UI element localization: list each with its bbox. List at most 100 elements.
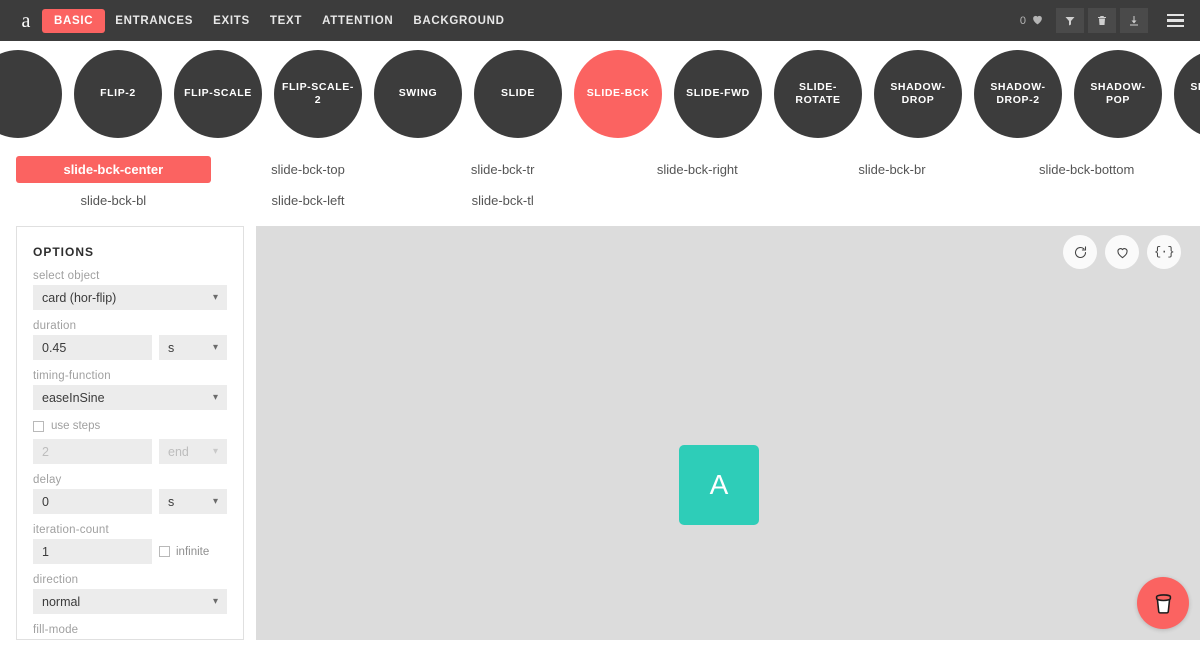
code-snippet-icon[interactable]: {·} [1147, 235, 1181, 269]
carousel-item-label: FLIP-SCALE [184, 87, 252, 100]
preview-card[interactable]: A [679, 445, 759, 525]
preview-stage: {·} A [256, 226, 1200, 640]
select-object-label: select object [33, 270, 100, 282]
delay-row: 0 s ▾ [33, 489, 227, 514]
carousel-item-label: SLIDE-BCK [586, 87, 650, 100]
select-object-dropdown[interactable]: card (hor-flip) ▾ [33, 285, 227, 310]
steps-mode-value: end [168, 444, 189, 459]
use-steps-checkbox-row[interactable]: use steps [33, 420, 227, 432]
variant-slide-bck-br[interactable]: slide-bck-br [795, 156, 990, 183]
hamburger-bar [1166, 24, 1184, 27]
favorites-counter[interactable]: 0 [1012, 13, 1052, 29]
delay-label: delay [33, 474, 62, 486]
nav-item-background[interactable]: BACKGROUND [403, 9, 514, 33]
carousel-item-shadow-drop-2[interactable]: SHADOW-DROP-2 [974, 50, 1062, 138]
nav-item-basic[interactable]: BASIC [42, 8, 106, 33]
carousel-item-swing[interactable]: SWING [374, 50, 462, 138]
carousel-item-flip-2[interactable]: FLIP-2 [74, 50, 162, 138]
preview-card-letter: A [709, 469, 729, 500]
chevron-down-icon: ▾ [212, 342, 218, 353]
carousel-item-label: FLIP-2 [100, 87, 136, 100]
header-actions: 0 [1012, 8, 1190, 33]
iteration-count-input[interactable]: 1 [33, 539, 152, 564]
carousel-item-flip-scale-2[interactable]: FLIP-SCALE-2 [274, 50, 362, 138]
carousel-item-slide-bck[interactable]: SLIDE-BCK [574, 50, 662, 138]
fill-mode-dropdown[interactable]: both ▾ [33, 639, 227, 640]
hamburger-bar [1166, 19, 1184, 22]
fill-mode-label: fill-mode [33, 624, 79, 636]
workspace: OPTIONS select object card (hor-flip) ▾ … [0, 226, 1200, 640]
carousel-item-slide[interactable]: SLIDE [474, 50, 562, 138]
variant-grid: slide-bck-center slide-bck-top slide-bck… [16, 156, 1184, 214]
iteration-count-label: iteration-count [33, 524, 109, 536]
download-icon[interactable] [1120, 8, 1148, 33]
nav-item-attention[interactable]: ATTENTION [312, 9, 403, 33]
carousel-item-shadow-pop[interactable]: SHADOW-POP [1074, 50, 1162, 138]
carousel-item-label: FLIP-SCALE-2 [282, 80, 354, 106]
carousel-item-shadow-drop[interactable]: SHADOW-DROP [874, 50, 962, 138]
iteration-count-row: 1 infinite [33, 539, 227, 564]
carousel-item-flip-scale[interactable]: FLIP-SCALE [174, 50, 262, 138]
coffee-cup-icon[interactable] [1137, 577, 1189, 629]
direction-value: normal [42, 594, 81, 609]
use-steps-label: use steps [51, 420, 101, 432]
carousel-item-label: SWING [398, 87, 438, 100]
variant-slide-bck-center[interactable]: slide-bck-center [16, 156, 211, 183]
app-header: a BASIC ENTRANCES EXITS TEXT ATTENTION B… [0, 0, 1200, 41]
carousel-item-partial[interactable] [0, 50, 62, 138]
carousel-item-shadow-inset[interactable]: SHADOW-INSET [1174, 50, 1200, 138]
chevron-down-icon: ▾ [212, 392, 218, 403]
animation-carousel[interactable]: FLIP-2 FLIP-SCALE FLIP-SCALE-2 SWING SLI… [0, 41, 1200, 156]
steps-count-value: 2 [42, 444, 49, 459]
main-nav: BASIC ENTRANCES EXITS TEXT ATTENTION BAC… [42, 8, 515, 33]
direction-dropdown[interactable]: normal ▾ [33, 589, 227, 614]
carousel-item-slide-fwd[interactable]: SLIDE-FWD [674, 50, 762, 138]
direction-label: direction [33, 574, 79, 586]
timing-function-value: easeInSine [42, 390, 105, 405]
select-object-value: card (hor-flip) [42, 290, 117, 305]
variant-slide-bck-bl[interactable]: slide-bck-bl [16, 187, 211, 214]
nav-item-text[interactable]: TEXT [260, 9, 312, 33]
delay-value: 0 [42, 494, 49, 509]
nav-item-exits[interactable]: EXITS [203, 9, 260, 33]
carousel-item-label: SHADOW-DROP [890, 80, 946, 106]
steps-count-input[interactable]: 2 [33, 439, 152, 464]
variant-slide-bck-bottom[interactable]: slide-bck-bottom [989, 156, 1184, 183]
variant-slide-bck-top[interactable]: slide-bck-top [211, 156, 406, 183]
hamburger-menu-icon[interactable] [1160, 8, 1190, 33]
carousel-item-label: SHADOW-POP [1090, 80, 1146, 106]
infinite-label: infinite [176, 545, 210, 558]
chevron-down-icon: ▾ [212, 596, 218, 607]
steps-mode-dropdown[interactable]: end ▾ [159, 439, 227, 464]
duration-value: 0.45 [42, 340, 67, 355]
delay-unit-dropdown[interactable]: s ▾ [159, 489, 227, 514]
chevron-down-icon: ▾ [212, 292, 218, 303]
duration-input[interactable]: 0.45 [33, 335, 152, 360]
favorite-heart-icon[interactable] [1105, 235, 1139, 269]
carousel-item-label: SLIDE-ROTATE [795, 80, 841, 106]
delay-input[interactable]: 0 [33, 489, 152, 514]
filter-icon[interactable] [1056, 8, 1084, 33]
timing-function-dropdown[interactable]: easeInSine ▾ [33, 385, 227, 410]
duration-row: 0.45 s ▾ [33, 335, 227, 360]
app-logo[interactable]: a [12, 11, 40, 31]
infinite-checkbox-row[interactable]: infinite [159, 539, 227, 564]
variant-slide-bck-tr[interactable]: slide-bck-tr [405, 156, 600, 183]
nav-item-entrances[interactable]: ENTRANCES [105, 9, 203, 33]
trash-icon[interactable] [1088, 8, 1116, 33]
code-glyph: {·} [1153, 245, 1175, 259]
carousel-item-label: SHADOW-INSET [1190, 80, 1200, 93]
stage-toolbar: {·} [1063, 235, 1181, 269]
carousel-item-label: SHADOW-DROP-2 [990, 80, 1046, 106]
timing-function-label: timing-function [33, 370, 111, 382]
steps-row: 2 end ▾ [33, 439, 227, 464]
variant-slide-bck-left[interactable]: slide-bck-left [211, 187, 406, 214]
variant-slide-bck-tl[interactable]: slide-bck-tl [405, 187, 600, 214]
infinite-checkbox[interactable] [159, 546, 170, 557]
replay-icon[interactable] [1063, 235, 1097, 269]
use-steps-checkbox[interactable] [33, 420, 44, 432]
variant-slide-bck-right[interactable]: slide-bck-right [600, 156, 795, 183]
carousel-item-slide-rotate[interactable]: SLIDE-ROTATE [774, 50, 862, 138]
duration-unit-dropdown[interactable]: s ▾ [159, 335, 227, 360]
duration-label: duration [33, 320, 77, 332]
